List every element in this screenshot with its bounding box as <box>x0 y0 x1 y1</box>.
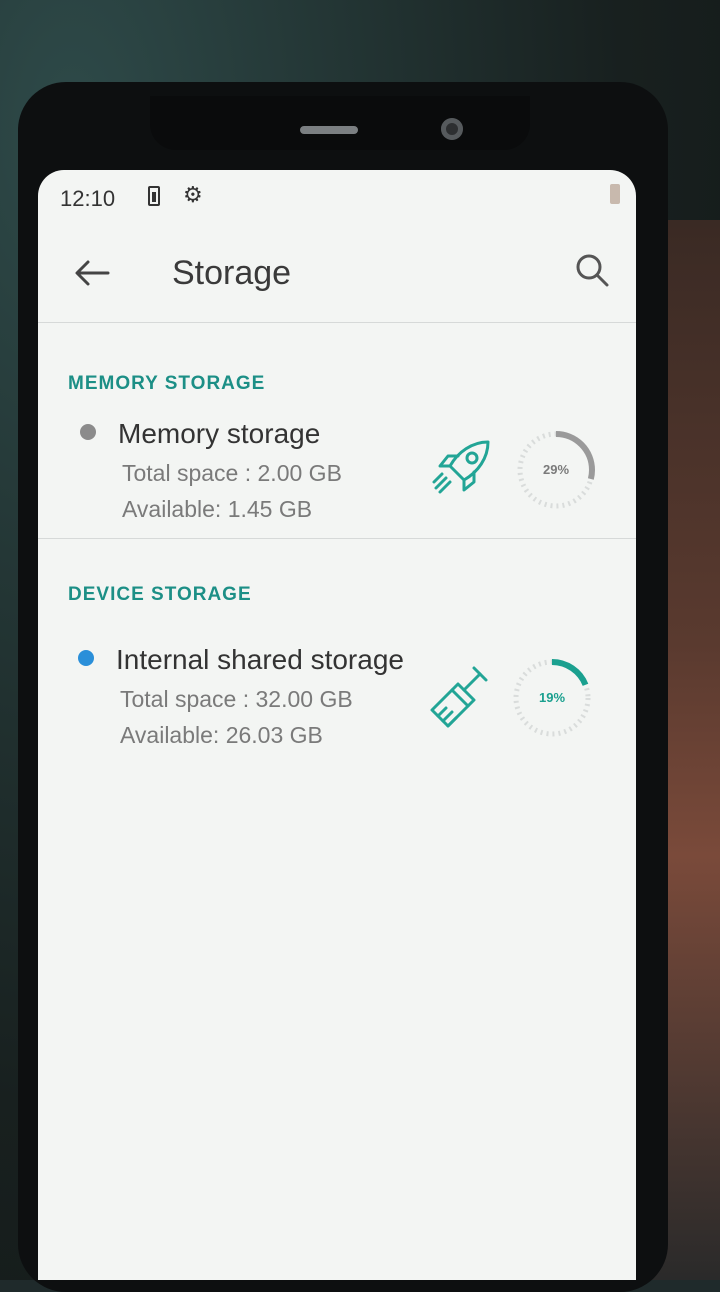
battery-icon <box>148 186 160 206</box>
page-title: Storage <box>172 254 292 292</box>
available-text: Available: 26.03 GB <box>120 722 323 748</box>
broom-icon[interactable] <box>424 660 498 734</box>
total-space-text: Total space : 2.00 GB <box>122 460 342 486</box>
section-divider <box>38 538 636 539</box>
battery-level-icon <box>610 184 620 204</box>
search-icon[interactable] <box>572 250 612 290</box>
section-header-device: DEVICE STORAGE <box>68 584 252 605</box>
section-header-memory: MEMORY STORAGE <box>68 373 266 394</box>
rocket-icon[interactable] <box>428 434 498 504</box>
total-space-text: Total space : 32.00 GB <box>120 686 353 712</box>
status-dot <box>78 650 94 666</box>
item-title: Internal shared storage <box>116 644 404 675</box>
status-dot <box>80 424 96 440</box>
usage-percent-label: 19% <box>538 690 566 705</box>
app-bar: Storage <box>38 220 636 330</box>
back-arrow-icon[interactable] <box>72 258 112 288</box>
app-bar-divider <box>38 322 636 323</box>
screen: 12:10 ⚙ Storage MEMORY STORAGE Memory st… <box>38 170 636 1280</box>
front-camera <box>441 118 463 140</box>
available-text: Available: 1.45 GB <box>122 496 313 522</box>
settings-gear-icon: ⚙ <box>183 182 203 207</box>
item-title: Memory storage <box>118 418 321 449</box>
usage-percent-label: 29% <box>542 462 570 477</box>
phone-notch <box>150 96 530 150</box>
status-bar: 12:10 ⚙ <box>38 170 636 220</box>
status-time: 12:10 <box>60 186 116 211</box>
earpiece-speaker <box>300 126 358 134</box>
